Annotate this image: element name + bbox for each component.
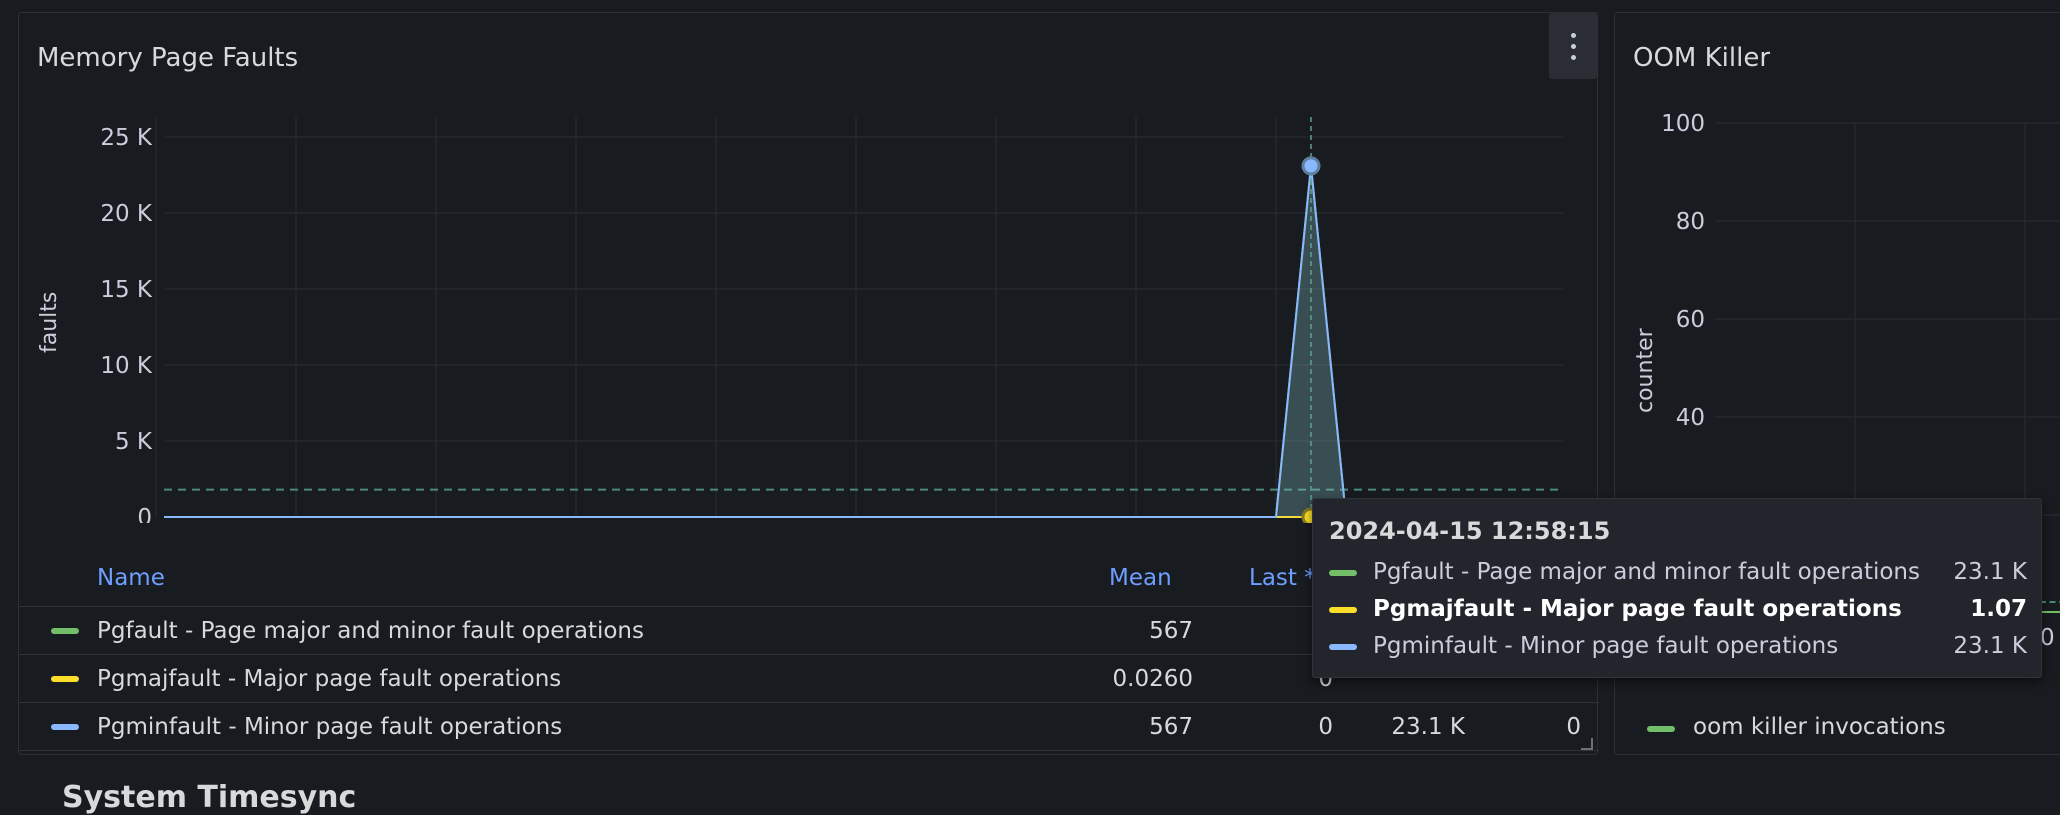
- panel-title: Memory Page Faults: [37, 43, 299, 73]
- series-mean: 567: [1149, 617, 1193, 644]
- tooltip-series-value: 23.1 K: [1953, 633, 2027, 659]
- legend-row[interactable]: Pgminfault - Minor page fault operations…: [19, 702, 1599, 751]
- series-mean: 567: [1149, 713, 1193, 740]
- faults-chart[interactable]: 25 K20 K15 K10 K5 K0 12:51:0012:52:0012:…: [19, 93, 1599, 523]
- series-last: 0: [1318, 713, 1333, 740]
- legend-header-mean[interactable]: Mean: [1109, 565, 1172, 591]
- tooltip-time: 2024-04-15 12:58:15: [1329, 517, 1611, 545]
- series-color-swatch: [51, 723, 79, 730]
- menu-dot-icon: [1570, 43, 1576, 49]
- tooltip-series-name: Pgfault - Page major and minor fault ope…: [1373, 559, 1920, 585]
- series-color-swatch: [1329, 644, 1357, 650]
- y-tick-label: 20 K: [100, 201, 153, 227]
- y-tick-label: 15 K: [100, 277, 153, 303]
- series-name: Pgmajfault - Major page fault operations: [97, 665, 562, 692]
- legend-header-name[interactable]: Name: [97, 565, 165, 591]
- series-color-swatch: [51, 627, 79, 634]
- oom-right-tick: 0: [2040, 625, 2055, 651]
- tooltip-series-name: Pgmajfault - Major page fault operations: [1373, 596, 1902, 622]
- series-min: 0: [1566, 713, 1581, 740]
- tooltip-series-value: 23.1 K: [1953, 559, 2027, 585]
- y-tick-label: 40: [1676, 405, 1705, 431]
- series-name: Pgfault - Page major and minor fault ope…: [97, 617, 644, 644]
- tooltip-row: Pgminfault - Minor page fault operations…: [1313, 629, 2041, 667]
- y-tick-label: 0: [137, 505, 152, 523]
- panel-menu-button[interactable]: [1549, 13, 1597, 79]
- series-color-swatch: [1329, 607, 1357, 613]
- section-title[interactable]: System Timesync: [62, 780, 356, 815]
- menu-dot-icon: [1570, 54, 1576, 60]
- series-name: oom killer invocations: [1693, 714, 1946, 740]
- y-tick-label: 10 K: [100, 353, 153, 379]
- series-color-swatch: [1329, 570, 1357, 576]
- series-line: [164, 165, 1347, 518]
- y-tick-label: 5 K: [115, 429, 153, 455]
- tooltip-row: Pgmajfault - Major page fault operations…: [1313, 592, 2041, 630]
- panel-title: OOM Killer: [1633, 43, 1771, 73]
- tooltip-row: Pgfault - Page major and minor fault ope…: [1313, 555, 2041, 593]
- series-name: Pgminfault - Minor page fault operations: [97, 713, 563, 740]
- series-color-swatch: [51, 675, 79, 682]
- legend-header-last[interactable]: Last *: [1249, 565, 1316, 591]
- series-mean: 0.0260: [1112, 665, 1193, 692]
- tooltip-series-name: Pgminfault - Minor page fault operations: [1373, 633, 1839, 659]
- series-max: 23.1 K: [1391, 713, 1465, 740]
- menu-dot-icon: [1570, 32, 1576, 38]
- series-area: [164, 165, 1346, 517]
- tooltip-series-value: 1.07: [1970, 596, 2027, 622]
- y-tick-label: 25 K: [100, 125, 153, 151]
- y-tick-label: 80: [1676, 209, 1705, 235]
- series-color-swatch: [1647, 726, 1675, 732]
- y-tick-label: 100: [1661, 111, 1705, 137]
- series-line: [164, 165, 1347, 518]
- resize-handle-icon[interactable]: [1581, 738, 1593, 750]
- hover-point: [1301, 156, 1321, 176]
- series-area: [164, 165, 1346, 517]
- y-tick-label: 60: [1676, 307, 1705, 333]
- legend-row[interactable]: oom killer invocations: [1615, 706, 2060, 753]
- chart-tooltip: 2024-04-15 12:58:15 Pgfault - Page major…: [1312, 498, 2042, 678]
